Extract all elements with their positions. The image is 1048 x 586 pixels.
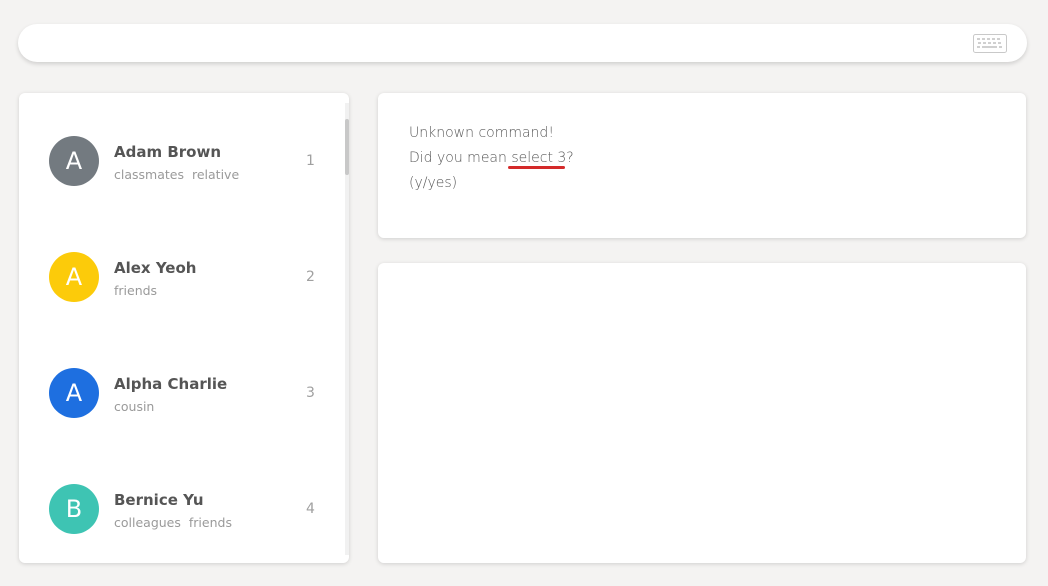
tag-label: colleagues <box>114 515 181 530</box>
person-index: 3 <box>306 385 315 401</box>
person-index: 1 <box>306 153 315 169</box>
person-name: Adam Brown <box>114 143 221 161</box>
result-line-3: (y/yes) <box>409 175 458 191</box>
scrollbar-thumb[interactable] <box>345 119 349 175</box>
avatar: A <box>49 368 99 418</box>
tag-label: friends <box>188 515 232 530</box>
person-list-panel[interactable]: A Adam Brown classmates relative 1 A Alex Yeoh… <box>19 93 349 563</box>
person-tags: friends <box>114 283 165 298</box>
person-name: Alpha Charlie <box>114 375 228 393</box>
command-box <box>18 24 1027 64</box>
person-card[interactable]: B Bernice Yu colleagues friends 4 <box>19 441 339 557</box>
result-line-1: Unknown command! <box>409 125 554 141</box>
result-line-2: Did you mean select 3? <box>409 146 574 171</box>
command-input[interactable] <box>38 24 972 64</box>
result-prefix: Did you mean <box>409 150 507 166</box>
person-tags: classmates relative <box>114 167 247 182</box>
person-name: Alex Yeoh <box>114 259 197 277</box>
suggested-command: select 3 <box>506 150 567 169</box>
person-card[interactable]: A Adam Brown classmates relative 1 <box>19 93 339 209</box>
detail-panel <box>378 263 1026 563</box>
result-suffix: ? <box>566 150 574 166</box>
tag-label: friends <box>114 283 158 298</box>
person-card[interactable]: A Alpha Charlie cousin 3 <box>19 325 339 441</box>
avatar: B <box>49 484 99 534</box>
keyboard-icon[interactable] <box>973 34 1007 53</box>
suggestion-underline <box>507 166 566 169</box>
tag-label: cousin <box>114 399 155 414</box>
person-name: Bernice Yu <box>114 491 204 509</box>
suggested-command-text: select 3 <box>506 150 567 166</box>
avatar: A <box>49 252 99 302</box>
person-tags: cousin <box>114 399 162 414</box>
result-text: Unknown command! Did you mean select 3? … <box>409 121 574 196</box>
app-window: A Adam Brown classmates relative 1 A Alex Yeoh… <box>0 0 1048 586</box>
person-index: 2 <box>306 269 315 285</box>
tag-label: relative <box>191 167 240 182</box>
person-index: 4 <box>306 501 315 517</box>
person-card[interactable]: A Alex Yeoh friends 2 <box>19 209 339 325</box>
person-tags: colleagues friends <box>114 515 240 530</box>
avatar: A <box>49 136 99 186</box>
tag-label: classmates <box>114 167 184 182</box>
result-display: Unknown command! Did you mean select 3? … <box>378 93 1026 238</box>
scrollbar[interactable] <box>345 103 349 555</box>
